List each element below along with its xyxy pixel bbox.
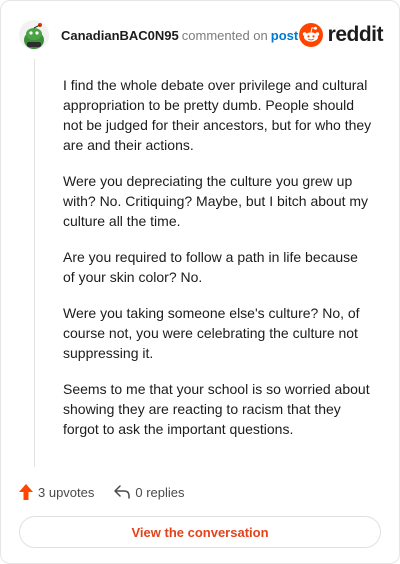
commented-on-text: commented on bbox=[181, 27, 268, 43]
comment-embed-card: CanadianBAC0N95 commented on post reddit I… bbox=[0, 0, 400, 564]
thread-line bbox=[34, 59, 35, 467]
comment-body: I find the whole debate over privilege a… bbox=[63, 75, 373, 455]
upvote-arrow-icon bbox=[19, 484, 33, 500]
replies-button[interactable]: 0 replies bbox=[114, 484, 185, 500]
username-link[interactable]: CanadianBAC0N95 bbox=[61, 28, 179, 43]
post-link[interactable]: post bbox=[271, 28, 298, 43]
upvote-count: 3 upvotes bbox=[38, 484, 95, 500]
reply-count: 0 replies bbox=[135, 484, 185, 500]
comment-paragraph: Seems to me that your school is so worri… bbox=[63, 381, 370, 437]
comment-paragraph: I find the whole debate over privilege a… bbox=[63, 77, 372, 153]
reddit-snoo-icon bbox=[298, 23, 323, 47]
byline: CanadianBAC0N95 commented on post bbox=[61, 28, 298, 43]
upvote-button[interactable]: 3 upvotes bbox=[19, 484, 94, 500]
comment-header: CanadianBAC0N95 commented on post reddit bbox=[19, 19, 384, 51]
comment-actions: 3 upvotes 0 replies bbox=[19, 481, 185, 503]
comment-paragraph: Are you required to follow a path in lif… bbox=[63, 249, 358, 285]
reply-arrow-icon bbox=[114, 485, 131, 499]
reddit-brand-logo[interactable]: reddit bbox=[298, 19, 384, 51]
comment-paragraph: Were you depreciating the culture you gr… bbox=[63, 173, 369, 229]
reddit-wordmark: reddit bbox=[327, 23, 384, 46]
comment-paragraph: Were you taking someone else's culture? … bbox=[63, 305, 360, 361]
snoo-avatar-icon[interactable] bbox=[19, 20, 49, 50]
view-conversation-button[interactable]: View the conversation bbox=[19, 516, 381, 548]
